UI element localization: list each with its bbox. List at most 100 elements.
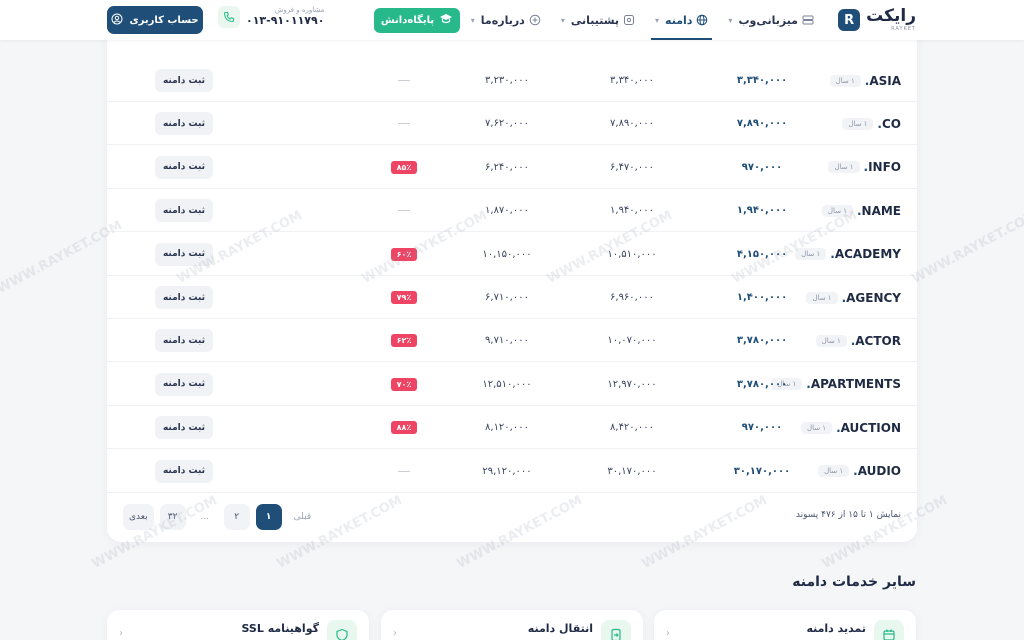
register-price: ۳۰,۱۷۰,۰۰۰ (733, 465, 791, 477)
nav-domain[interactable]: دامنه ▾ (645, 0, 718, 40)
service-card-label: انتقال دامنه (527, 622, 593, 635)
knowledge-base-button[interactable]: پایگاه‌دانش (374, 8, 460, 33)
discount-badge: ۸۸٪ (390, 421, 418, 435)
service-card-ssl[interactable]: گواهینامه SSL ‹ (107, 610, 369, 640)
domain-name-cell: .NAME ۱ سال (814, 189, 901, 232)
tld-text: CO (881, 116, 901, 131)
transfer-icon (601, 620, 631, 640)
register-price: ۹۷۰,۰۰۰ (741, 422, 783, 434)
knowledge-base-label: پایگاه‌دانش (380, 15, 435, 26)
contact-text: مشاوره و فروش ۰۱۳-۹۱۰۱۱۷۹۰ (246, 6, 325, 27)
service-card-transfer[interactable]: انتقال دامنه ‹ (381, 610, 643, 640)
register-domain-button[interactable]: ثبت دامنه (155, 155, 213, 179)
contact-block[interactable]: مشاوره و فروش ۰۱۳-۹۱۰۱۱۷۹۰ (218, 6, 324, 28)
domain-tld: .CO (877, 117, 901, 131)
register-domain-button[interactable]: ثبت دامنه (155, 69, 213, 92)
plus-circle-icon (529, 14, 541, 26)
chevron-left-icon: ‹ (393, 628, 397, 639)
discount-badge: ۶۲٪ (390, 334, 418, 348)
register-price: ۹۷۰,۰۰۰ (741, 161, 783, 173)
register-domain-button[interactable]: ثبت دامنه (155, 242, 213, 266)
domain-name-cell: .ASIA ۱ سال (822, 59, 901, 102)
transfer-price: ۶,۲۴۰,۰۰۰ (485, 161, 529, 173)
discount-cell: ۸۵٪ (379, 146, 429, 189)
transfer-price: ۹,۷۱۰,۰۰۰ (485, 335, 529, 347)
discount-badge: ۷۹٪ (390, 291, 418, 304)
period-badge: ۱ سال (818, 465, 850, 478)
transfer-price: ۱,۸۷۰,۰۰۰ (485, 205, 529, 217)
nav-about-label: درباره‌ما (480, 13, 525, 27)
nav-support[interactable]: پشتیبانی ▾ (551, 0, 645, 40)
table-row: .ACADEMY ۱ سال ۴,۱۵۰,۰۰۰ ۱۰,۵۱۰,۰۰۰ ۱۰,۱۵۰,۰… (107, 233, 917, 276)
service-card-label: تمدید دامنه (806, 622, 866, 635)
register-price: ۴,۱۵۰,۰۰۰ (736, 248, 788, 260)
domain-name-cell: .AUDIO ۱ سال (810, 450, 901, 493)
register-domain-button[interactable]: ثبت دامنه (155, 459, 213, 483)
pagination-page-1[interactable]: ۱ (255, 504, 282, 530)
register-domain-button[interactable]: ثبت دامنه (155, 372, 213, 396)
nav-about[interactable]: درباره‌ما ▾ (461, 0, 551, 40)
renew-price: ۱۰,۵۱۰,۰۰۰ (607, 248, 657, 260)
tld-text: INFO (868, 160, 901, 175)
transfer-price: ۱۰,۱۵۰,۰۰۰ (482, 248, 532, 260)
domain-tld: .AUCTION (836, 421, 901, 435)
renew-price: ۱,۹۴۰,۰۰۰ (610, 205, 654, 217)
tld-text: ACADEMY (834, 247, 901, 262)
transfer-price: ۱۲,۵۱۰,۰۰۰ (482, 378, 532, 390)
table-row: .AUCTION ۱ سال ۹۷۰,۰۰۰ ۸,۴۲۰,۰۰۰ ۸,۱۲۰,۰۰۰ ۸۸… (107, 406, 917, 450)
renew-price: ۳۰,۱۷۰,۰۰۰ (607, 465, 657, 477)
register-price: ۷,۸۹۰,۰۰۰ (736, 118, 788, 130)
tld-text: NAME (861, 203, 901, 218)
domain-tld: .AUDIO (853, 464, 901, 478)
register-price: ۱,۴۰۰,۰۰۰ (736, 292, 788, 303)
register-domain-button[interactable]: ثبت دامنه (155, 286, 213, 309)
tld-text: ASIA (869, 73, 901, 88)
register-domain-button[interactable]: ثبت دامنه (155, 112, 213, 136)
service-card-label: گواهینامه SSL (241, 622, 320, 635)
phone-icon (218, 6, 240, 28)
discount-cell (379, 450, 429, 493)
logo-text: رایکت (866, 6, 916, 26)
globe-icon (696, 14, 708, 26)
chevron-down-icon: ▾ (560, 15, 565, 25)
account-button[interactable]: حساب کاربری (107, 6, 203, 34)
chevron-left-icon: ‹ (119, 628, 123, 639)
discount-cell: ۶۰٪ (379, 233, 429, 276)
transfer-price: ۸,۱۲۰,۰۰۰ (485, 422, 529, 434)
action-cell: ثبت دامنه (155, 189, 213, 232)
top-header: رایکت RAYKET R میزبانی‌وب ▾ دامنه ▾ پشتی… (0, 0, 1024, 40)
pagination-page-last[interactable]: ۳۲ (159, 504, 186, 530)
action-cell: ثبت دامنه (155, 146, 213, 189)
domain-name-cell: .ACTOR ۱ سال (808, 319, 901, 362)
site-logo[interactable]: رایکت RAYKET R (838, 5, 916, 35)
period-badge: ۱ سال (842, 117, 874, 130)
discount-cell (379, 189, 429, 232)
chevron-down-icon: ▾ (728, 15, 733, 25)
register-domain-button[interactable]: ثبت دامنه (155, 416, 213, 440)
main-nav: میزبانی‌وب ▾ دامنه ▾ پشتیبانی ▾ درباره‌م… (461, 0, 824, 40)
domain-tld: .ACTOR (851, 334, 901, 348)
server-icon (802, 14, 814, 26)
chevron-left-icon: ‹ (666, 628, 670, 639)
service-card-renew[interactable]: تمدید دامنه ‹ (654, 610, 916, 640)
nav-hosting[interactable]: میزبانی‌وب ▾ (718, 0, 824, 40)
pagination-prev[interactable]: قبلی (288, 504, 318, 530)
pagination-page-2[interactable]: ۲ (223, 504, 250, 530)
action-cell: ثبت دامنه (155, 233, 213, 276)
contact-phone: ۰۱۳-۹۱۰۱۱۷۹۰ (246, 13, 325, 27)
period-badge: ۱ سال (815, 334, 847, 347)
no-discount-dash (398, 210, 410, 212)
no-discount-dash (398, 80, 410, 81)
calendar-icon (874, 620, 904, 640)
domain-tld: .ASIA (865, 74, 901, 88)
tld-text: ACTOR (855, 333, 901, 348)
domain-price-table: .ASIA ۱ سال ۳,۳۴۰,۰۰۰ ۳,۳۴۰,۰۰۰ ۳,۲۳۰,۰۰۰ ثبت… (107, 28, 917, 542)
register-domain-button[interactable]: ثبت دامنه (155, 329, 213, 353)
action-cell: ثبت دامنه (155, 319, 213, 362)
nav-domain-label: دامنه (665, 13, 693, 27)
action-cell: ثبت دامنه (155, 450, 213, 493)
discount-badge: ۶۰٪ (390, 247, 418, 261)
register-price: ۱,۹۴۰,۰۰۰ (736, 205, 788, 217)
pagination-next[interactable]: بعدی (123, 504, 154, 530)
register-domain-button[interactable]: ثبت دامنه (155, 199, 213, 223)
